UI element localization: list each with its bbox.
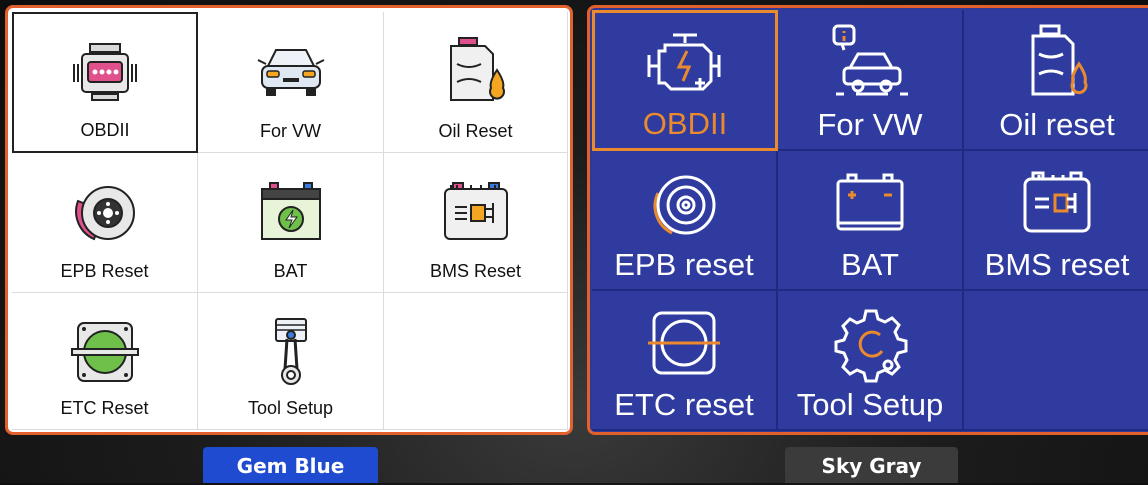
tile-label: BAT: [273, 261, 308, 281]
tile-label: Tool Setup: [796, 387, 944, 422]
throttle-body-icon: [70, 317, 140, 387]
tile-label: ETC Reset: [60, 398, 149, 418]
sky-gray-tile-obdii[interactable]: OBDII: [592, 10, 778, 151]
engine-icon: [70, 38, 140, 108]
tile-label: EPB Reset: [60, 261, 149, 281]
tile-label: BAT: [841, 247, 899, 282]
sky-gray-tile-etc-reset[interactable]: ETC reset: [592, 291, 778, 431]
oil-can-icon: [1017, 24, 1097, 102]
tile-label: OBDII: [80, 120, 130, 140]
gem-blue-tile-epb-reset[interactable]: EPB Reset: [12, 153, 198, 293]
gem-blue-tile-obdii[interactable]: OBDII: [12, 12, 198, 153]
car-front-icon: [256, 36, 326, 106]
theme-badge-gem-blue: Gem Blue: [203, 447, 378, 483]
brake-disc-icon: [70, 177, 140, 247]
bms-module-icon: [441, 177, 511, 247]
gem-blue-tile-for-vw[interactable]: For VW: [198, 12, 384, 153]
tile-label: BMS reset: [984, 247, 1130, 282]
sky-gray-empty-tile: [964, 291, 1148, 431]
tile-label: Tool Setup: [247, 398, 334, 418]
tile-label: Oil reset: [999, 107, 1115, 142]
gem-blue-tile-oil-reset[interactable]: Oil Reset: [384, 12, 568, 153]
sky-gray-tile-bms-reset[interactable]: BMS reset: [964, 151, 1148, 291]
sky-gray-menu-grid: OBDII For VW Oil reset EPB reset BAT BMS…: [592, 10, 1148, 432]
tile-label: OBDII: [642, 106, 728, 141]
throttle-body-icon: [644, 305, 724, 383]
sky-gray-panel: OBDII For VW Oil reset EPB reset BAT BMS…: [587, 5, 1148, 435]
tile-label: EPB reset: [614, 247, 754, 282]
gem-blue-panel: OBDII For VW Oil Reset EPB Reset BAT BMS…: [5, 5, 573, 435]
brake-disc-icon: [644, 165, 724, 243]
sky-gray-tile-tool-setup[interactable]: Tool Setup: [778, 291, 964, 431]
gem-blue-empty-tile: [384, 293, 568, 430]
battery-icon: [830, 165, 910, 243]
car-info-icon: [830, 24, 910, 102]
gem-blue-tile-bat[interactable]: BAT: [198, 153, 384, 293]
gem-blue-menu-grid: OBDII For VW Oil Reset EPB Reset BAT BMS…: [12, 12, 568, 430]
tile-label: For VW: [817, 107, 923, 142]
tile-label: ETC reset: [614, 387, 754, 422]
tile-label: Oil Reset: [438, 121, 513, 141]
tile-label: BMS Reset: [429, 261, 522, 281]
bms-module-icon: [1017, 165, 1097, 243]
gem-blue-tile-etc-reset[interactable]: ETC Reset: [12, 293, 198, 430]
piston-icon: [256, 317, 326, 387]
tile-label: For VW: [260, 121, 321, 141]
battery-icon: [256, 177, 326, 247]
engine-icon: [645, 27, 725, 105]
sky-gray-tile-bat[interactable]: BAT: [778, 151, 964, 291]
sky-gray-tile-for-vw[interactable]: For VW: [778, 10, 964, 151]
gem-blue-tile-bms-reset[interactable]: BMS Reset: [384, 153, 568, 293]
gear-icon: [830, 305, 910, 383]
sky-gray-tile-epb-reset[interactable]: EPB reset: [592, 151, 778, 291]
sky-gray-tile-oil-reset[interactable]: Oil reset: [964, 10, 1148, 151]
oil-can-icon: [441, 36, 511, 106]
theme-badge-sky-gray: Sky Gray: [785, 447, 958, 483]
gem-blue-tile-tool-setup[interactable]: Tool Setup: [198, 293, 384, 430]
